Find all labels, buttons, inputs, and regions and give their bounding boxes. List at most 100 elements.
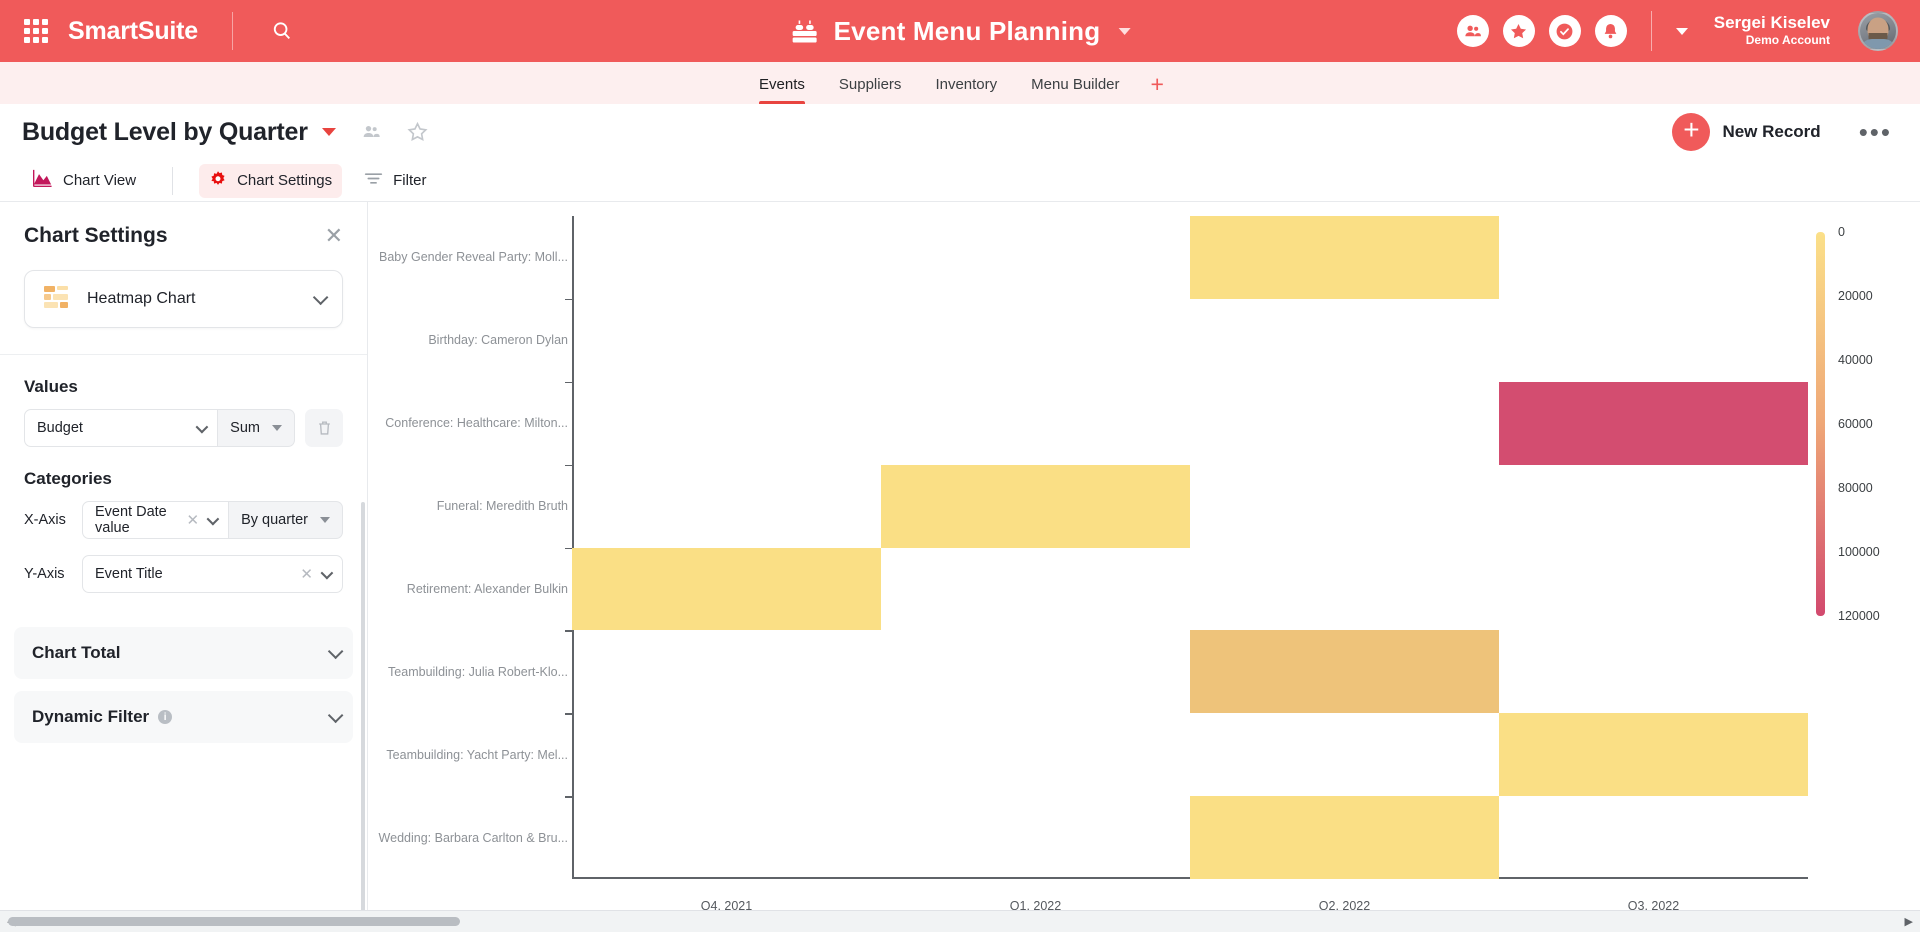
x-axis-group-label: By quarter: [241, 512, 308, 528]
chart-view-label: Chart View: [63, 172, 137, 189]
x-axis-group-select[interactable]: By quarter: [229, 501, 343, 539]
chart-type-label: Heatmap Chart: [87, 290, 196, 307]
y-axis-labels: Baby Gender Reveal Party: Moll... Birthda…: [379, 202, 568, 931]
heatmap-cell[interactable]: [1190, 630, 1499, 714]
add-tab-button[interactable]: +: [1137, 73, 1178, 104]
scrollbar-thumb[interactable]: [8, 917, 460, 926]
divider: [1650, 11, 1652, 51]
horizontal-scrollbar[interactable]: ◀ ▶: [0, 910, 1920, 932]
chevron-down-icon: [327, 707, 344, 723]
info-icon[interactable]: i: [158, 710, 173, 724]
y-axis-field-label: Event Title: [95, 566, 163, 582]
legend-gradient-bar: [1816, 232, 1825, 616]
page-header: Budget Level by Quarter + New Record •••: [0, 104, 1920, 160]
clear-icon[interactable]: ✕: [187, 511, 200, 529]
values-section-label: Values: [24, 377, 78, 396]
chevron-down-icon[interactable]: [321, 128, 336, 136]
apps-grid-icon[interactable]: [24, 19, 48, 43]
tab-inventory[interactable]: Inventory: [918, 76, 1014, 104]
y-axis-field-select[interactable]: Event Title ✕: [82, 555, 343, 593]
members-icon[interactable]: [1456, 15, 1489, 47]
heatmap-cell[interactable]: [881, 464, 1190, 548]
chart-view-button[interactable]: Chart View: [22, 163, 146, 198]
chevron-down-icon[interactable]: [1118, 27, 1131, 35]
y-axis-tick: [565, 796, 572, 798]
filter-button[interactable]: Filter: [354, 165, 436, 196]
value-aggregation-label: Sum: [230, 420, 260, 436]
page-header-actions: + New Record •••: [1664, 104, 1902, 160]
y-axis-tick: [565, 298, 572, 301]
settings-title: Chart Settings: [24, 224, 168, 247]
y-axis-tick-label: Baby Gender Reveal Party: Moll...: [379, 250, 568, 265]
delete-value-button[interactable]: [305, 409, 343, 447]
chevron-down-icon[interactable]: [312, 289, 329, 305]
brand-logo[interactable]: SmartSuite: [68, 17, 198, 46]
heatmap-cell[interactable]: [1499, 381, 1808, 465]
more-options-button[interactable]: •••: [1849, 117, 1902, 148]
heatmap-cell[interactable]: [572, 547, 881, 631]
user-menu[interactable]: Sergei Kiselev Demo Account: [1714, 13, 1830, 48]
heatmap-cell[interactable]: [1190, 216, 1499, 299]
favorite-star-icon[interactable]: [406, 121, 429, 143]
chevron-down-icon: [206, 512, 220, 525]
dynamic-filter-section[interactable]: Dynamic Filter i: [14, 691, 353, 743]
chart-settings-label: Chart Settings: [237, 172, 333, 189]
avatar[interactable]: [1858, 11, 1898, 51]
dynamic-filter-title: Dynamic Filter i: [32, 707, 173, 727]
cake-icon: [790, 17, 820, 45]
y-axis-tick-label: Teambuilding: Yacht Party: Mel...: [386, 747, 568, 762]
y-axis-tick: [565, 630, 572, 632]
chart-settings-panel: Chart Settings ✕ Heatmap Chart Values Bu…: [0, 202, 368, 931]
legend-tick-label: 60000: [1838, 417, 1873, 431]
solution-title-group[interactable]: Event Menu Planning: [790, 16, 1131, 47]
view-toolbar: Chart View Chart Settings Filter: [0, 160, 1920, 202]
search-icon[interactable]: [267, 16, 297, 46]
heatmap-cell[interactable]: [1190, 796, 1499, 879]
filter-icon: [364, 171, 383, 190]
check-circle-icon[interactable]: [1548, 15, 1581, 47]
chart-settings-button[interactable]: Chart Settings: [199, 163, 343, 198]
value-aggregation-select[interactable]: Sum: [218, 409, 295, 447]
caret-down-icon: [320, 517, 330, 523]
close-icon[interactable]: ✕: [325, 225, 343, 247]
chart-total-label: Chart Total: [32, 643, 121, 662]
page-title: Budget Level by Quarter: [22, 117, 308, 146]
legend-tick-label: 40000: [1838, 353, 1873, 367]
heatmap-chart-icon: [43, 284, 71, 315]
gear-icon: [209, 170, 227, 192]
scroll-right-arrow[interactable]: ▶: [1898, 915, 1920, 928]
color-scale-legend: 0 20000 40000 60000 80000 100000 120000: [1816, 224, 1902, 624]
panel-scrollbar[interactable]: [361, 502, 365, 922]
chart-type-selector[interactable]: Heatmap Chart: [24, 270, 343, 328]
y-axis-row: Y-Axis Event Title ✕: [0, 555, 367, 593]
solution-title: Event Menu Planning: [833, 15, 1101, 46]
value-field-select[interactable]: Budget: [24, 409, 219, 447]
x-axis-field-select[interactable]: Event Date value ✕: [82, 501, 230, 539]
x-axis-row: X-Axis Event Date value ✕ By quarter: [0, 501, 367, 539]
heatmap-cell[interactable]: [1499, 713, 1808, 797]
divider: [172, 166, 174, 195]
main-body: Chart Settings ✕ Heatmap Chart Values Bu…: [0, 202, 1920, 931]
legend-tick-label: 80000: [1838, 481, 1873, 495]
chart-total-section[interactable]: Chart Total: [14, 627, 353, 679]
y-axis-tick: [565, 713, 572, 715]
tab-events[interactable]: Events: [742, 76, 822, 104]
user-name: Sergei Kiselev: [1713, 13, 1830, 33]
chevron-down-icon: [327, 643, 344, 659]
bell-icon[interactable]: [1594, 15, 1627, 47]
star-icon[interactable]: [1502, 15, 1535, 47]
caret-down-icon: [272, 425, 282, 431]
members-icon[interactable]: [360, 122, 382, 142]
app-tabs: Events Suppliers Inventory Menu Builder …: [0, 62, 1920, 104]
y-axis-tick-label: Conference: Healthcare: Milton...: [385, 416, 568, 431]
divider: [231, 12, 233, 50]
heatmap-plot: Q4, 2021 Q1, 2022 Q2, 2022 Q3, 2022: [565, 216, 1808, 913]
new-record-button[interactable]: + New Record: [1664, 109, 1828, 155]
tab-menu-builder[interactable]: Menu Builder: [1014, 76, 1136, 104]
dynamic-filter-label: Dynamic Filter: [32, 707, 150, 726]
y-axis-tick-label: Birthday: Cameron Dylan: [428, 333, 568, 348]
chevron-down-icon[interactable]: [1675, 27, 1688, 35]
tab-suppliers[interactable]: Suppliers: [822, 76, 919, 104]
clear-icon[interactable]: ✕: [300, 565, 313, 583]
y-axis-tick: [565, 381, 572, 384]
